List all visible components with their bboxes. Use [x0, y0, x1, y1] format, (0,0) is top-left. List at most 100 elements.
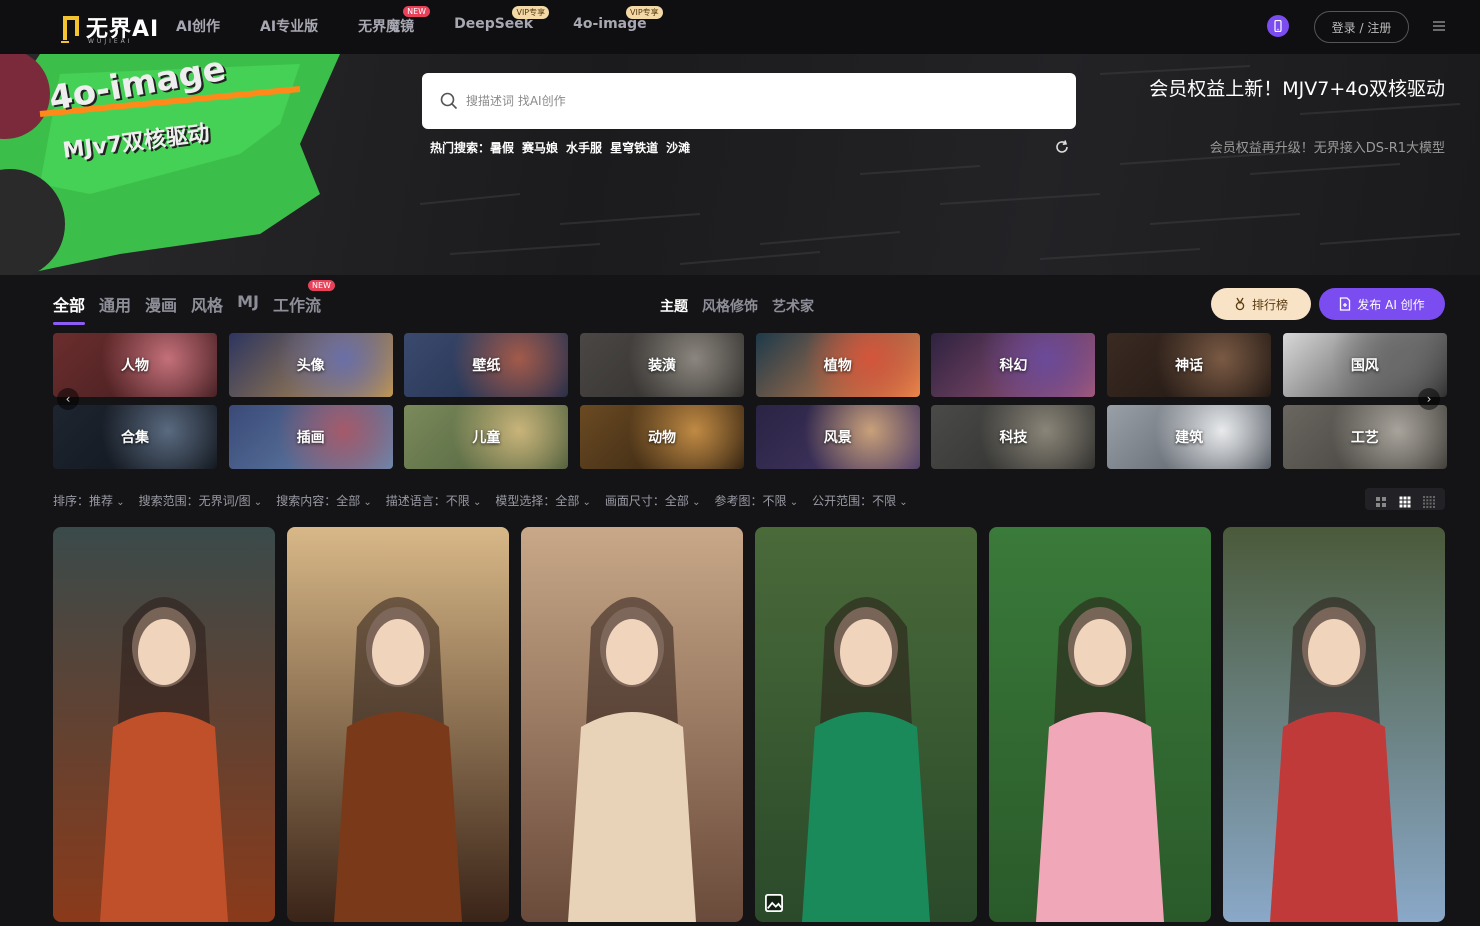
login-button[interactable]: 登录 / 注册 [1314, 11, 1409, 43]
vip-badge: VIP专享 [512, 6, 550, 19]
category-label: 动物 [648, 430, 677, 446]
mobile-app-button[interactable] [1267, 15, 1289, 37]
promo-title[interactable]: 会员权益上新！MJV7+4o双核驱动 [1149, 74, 1445, 101]
category-tile[interactable]: 建筑 [1107, 405, 1272, 469]
gallery-image [1223, 527, 1445, 922]
category-tile[interactable]: 插画 [228, 405, 393, 469]
hot-search-term[interactable]: 沙滩 [666, 139, 690, 156]
gallery-card[interactable] [287, 527, 509, 922]
nav-label: AI专业版 [260, 19, 319, 35]
carousel-next-arrow[interactable]: › [1418, 388, 1440, 410]
tab-label: 工作流 [272, 296, 321, 315]
nav-deepseek[interactable]: DeepSeek VIP专享 [454, 6, 550, 36]
category-tile[interactable]: 装潢 [580, 333, 745, 397]
category-tile[interactable]: 头像 [228, 333, 393, 397]
subtab-artist[interactable]: 艺术家 [772, 296, 814, 316]
tab-comic[interactable]: 漫画 [145, 292, 177, 322]
main-nav: AI创作 AI专业版 无界魔镜 NEW DeepSeek VIP专享 4o-imag… [176, 6, 687, 36]
category-label: 风景 [823, 430, 852, 446]
new-badge: NEW [403, 6, 431, 17]
tab-style[interactable]: 风格 [191, 292, 223, 322]
category-label: 人物 [121, 358, 149, 374]
gallery-card[interactable] [53, 527, 275, 922]
category-label: 植物 [823, 358, 852, 374]
filter-sort[interactable]: 排序：推荐 [53, 492, 125, 509]
gallery-card[interactable] [755, 527, 977, 922]
nav-label: AI创作 [176, 19, 221, 35]
category-tile[interactable]: 科幻 [931, 333, 1096, 397]
category-tile[interactable]: 合集 [53, 405, 217, 469]
grid-large-icon[interactable] [1375, 493, 1387, 507]
gallery-card[interactable] [1223, 527, 1445, 922]
tab-general[interactable]: 通用 [99, 292, 131, 322]
gallery-card[interactable] [989, 527, 1211, 922]
nav-label: 无界魔镜 [358, 19, 415, 35]
hot-search-term[interactable]: 星穹铁道 [610, 139, 658, 156]
subtabs: 主题 风格修饰 艺术家 [660, 296, 814, 316]
hot-search-term[interactable]: 暑假 [490, 139, 514, 156]
filter-language[interactable]: 描述语言：不限 [386, 492, 482, 509]
category-label: 建筑 [1175, 430, 1204, 446]
filter-reference[interactable]: 参考图：不限 [715, 492, 799, 509]
new-badge: NEW [308, 280, 335, 291]
carousel-prev-arrow[interactable]: ‹ [57, 388, 79, 410]
grid-small-icon[interactable] [1423, 493, 1435, 508]
nav-magic-mirror[interactable]: 无界魔镜 NEW [358, 6, 431, 36]
leaderboard-button[interactable]: 排行榜 [1211, 288, 1311, 320]
filter-search-scope[interactable]: 搜索范围：无界词/图 [139, 492, 263, 509]
image-gallery [53, 527, 1445, 922]
hot-search-term[interactable]: 水手服 [566, 139, 602, 156]
category-label: 插画 [296, 430, 325, 446]
subtab-style-modifier[interactable]: 风格修饰 [702, 296, 758, 316]
category-tile[interactable]: 儿童 [404, 405, 569, 469]
filter-visibility[interactable]: 公开范围：不限 [812, 492, 908, 509]
category-label: 科技 [999, 430, 1028, 446]
filter-size[interactable]: 画面尺寸：全部 [605, 492, 701, 509]
category-label: 神话 [1175, 358, 1204, 374]
image-type-icon [765, 894, 783, 912]
category-tile[interactable]: 国风 [1282, 333, 1447, 397]
brand-sub: WUJIEAI [88, 38, 133, 45]
search-input[interactable] [466, 94, 1026, 108]
tab-workflow[interactable]: 工作流 NEW [272, 280, 335, 322]
filter-model[interactable]: 模型选择：全部 [495, 492, 591, 509]
nav-ai-create[interactable]: AI创作 [176, 16, 220, 36]
category-tile[interactable]: 科技 [931, 405, 1096, 469]
tab-mj[interactable]: MJ [237, 292, 259, 322]
hot-searches: 热门搜索： 暑假 赛马娘 水手服 星穹铁道 沙滩 [430, 139, 690, 156]
category-tile[interactable]: 风景 [755, 405, 920, 469]
search-box[interactable] [422, 73, 1076, 129]
hamburger-menu-icon[interactable] [1432, 18, 1446, 32]
hot-search-label: 热门搜索： [430, 141, 491, 155]
category-label: 工艺 [1350, 430, 1379, 446]
hot-search-term[interactable]: 赛马娘 [522, 139, 558, 156]
logo-mark-icon [60, 10, 82, 44]
category-tile[interactable]: 植物 [755, 333, 920, 397]
gallery-image [53, 527, 275, 922]
nav-4o-image[interactable]: 4o-image VIP专享 [573, 6, 663, 36]
gallery-card[interactable] [521, 527, 743, 922]
vip-badge: VIP专享 [626, 6, 663, 19]
filter-search-content[interactable]: 搜索内容：全部 [276, 492, 372, 509]
nav-ai-pro[interactable]: AI专业版 [260, 16, 318, 36]
hero-banner: 4o-image MJv7双核驱动 热门搜索： 暑假 赛马娘 水手服 星穹铁道 … [0, 54, 1480, 275]
gallery-image [989, 527, 1211, 922]
category-label: 装潢 [648, 358, 677, 374]
refresh-icon[interactable] [1054, 139, 1070, 155]
subtab-theme[interactable]: 主题 [660, 296, 688, 316]
category-tile[interactable]: 神话 [1107, 333, 1272, 397]
category-tile[interactable]: 人物 [53, 333, 217, 397]
category-label: 合集 [121, 430, 149, 446]
category-tile[interactable]: 壁纸 [404, 333, 569, 397]
grid-medium-icon[interactable] [1399, 493, 1411, 508]
category-tile[interactable]: 工艺 [1282, 405, 1447, 469]
category-tile[interactable]: 动物 [580, 405, 745, 469]
tab-all[interactable]: 全部 [53, 292, 86, 325]
promo-subtitle[interactable]: 会员权益再升级！无界接入DS-R1大模型 [1210, 137, 1445, 156]
leaderboard-label: 排行榜 [1251, 297, 1288, 312]
document-plus-icon [1340, 297, 1351, 311]
brand-logo[interactable]: 无界AI WUJIEAI [60, 10, 159, 45]
gallery-image [755, 527, 977, 922]
publish-button[interactable]: 发布 AI 创作 [1319, 288, 1445, 320]
search-icon [440, 92, 458, 110]
